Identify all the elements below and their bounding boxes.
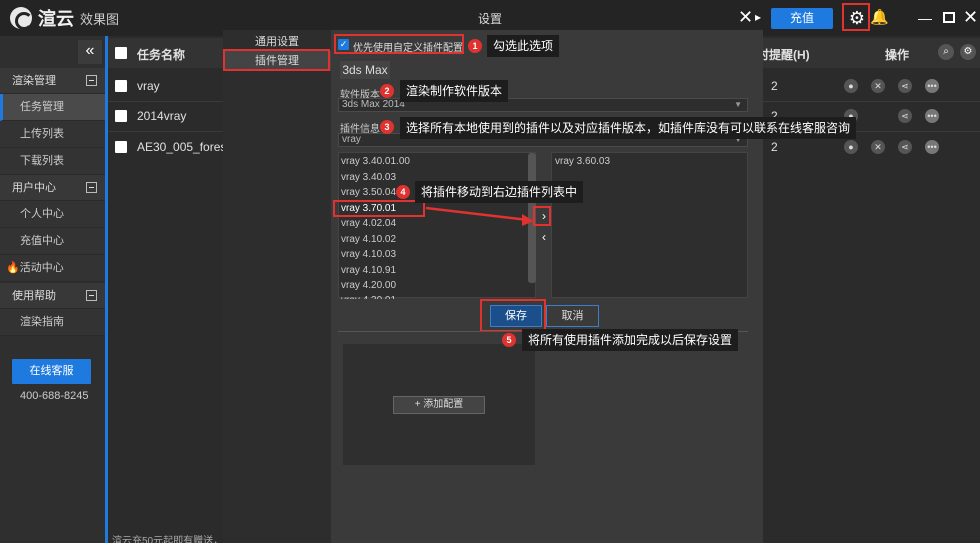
logo-text: 渲云 <box>38 9 74 29</box>
checkbox-highlight <box>334 34 464 54</box>
sidebar-item-recharge[interactable]: 充值中心 <box>0 228 105 255</box>
logo-subtitle: 效果图 <box>80 11 120 27</box>
collapse-sidebar-icon[interactable]: « <box>78 40 102 64</box>
annotation-text: 勾选此选项 <box>487 35 560 57</box>
gear-highlight <box>842 3 870 31</box>
user-icon[interactable]: ● <box>844 79 858 93</box>
plugins-tab-highlight <box>223 49 330 71</box>
maximize-icon[interactable] <box>943 12 955 23</box>
sidebar-item-tasks[interactable]: 任务管理 <box>0 94 105 121</box>
delete-icon[interactable]: ✕ <box>871 140 885 154</box>
column-reminder: 时提醒(H) <box>757 48 810 62</box>
sidebar-group-user[interactable]: 用户中心 <box>0 175 105 201</box>
fire-icon: 🔥 <box>6 262 20 274</box>
annotation-badge: 1 <box>468 39 482 53</box>
settings-icon[interactable]: ⚙ <box>960 44 976 60</box>
row-checkbox[interactable] <box>115 80 127 92</box>
selected-plugin-list[interactable] <box>551 152 748 298</box>
recharge-button[interactable]: 充值 <box>771 8 833 29</box>
task-reminder: 2 <box>771 79 778 93</box>
sidebar-item-guide[interactable]: 渲染指南 <box>0 309 105 336</box>
select-all-checkbox[interactable] <box>115 47 127 59</box>
share-icon[interactable]: ⋖ <box>898 79 912 93</box>
bell-icon[interactable]: 🔔 <box>870 7 889 29</box>
search-icon[interactable]: ⌕ <box>938 44 954 60</box>
window-close-icon[interactable]: ✕ <box>963 6 978 28</box>
settings-nav <box>223 30 331 543</box>
list-item[interactable]: vray 4.10.91 <box>341 265 396 276</box>
annotation-text: 选择所有本地使用到的插件以及对应插件版本，如插件库没有可以联系在线客服咨询 <box>400 117 857 139</box>
software-tab-3dsmax[interactable]: 3ds Max <box>340 61 390 79</box>
task-name[interactable]: AE30_005_forest <box>137 140 230 154</box>
annotation-text: 渲染制作软件版本 <box>400 80 509 102</box>
share-icon[interactable]: ⋖ <box>898 140 912 154</box>
cancel-button[interactable]: 取消 <box>546 305 599 327</box>
collapse-icon[interactable] <box>86 290 97 301</box>
annotation-badge: 5 <box>502 333 516 347</box>
list-item[interactable]: vray 3.60.03 <box>555 156 610 167</box>
save-button-highlight <box>480 299 546 332</box>
service-phone: 400-688-8245 <box>20 390 89 402</box>
online-service-button[interactable]: 在线客服 <box>12 359 91 384</box>
list-item[interactable]: vray 4.30.01 <box>341 295 396 299</box>
move-left-icon[interactable]: ‹ <box>538 230 550 244</box>
dropdown-icon[interactable]: ▸ <box>754 6 762 28</box>
plugin-highlight <box>333 200 425 217</box>
task-reminder: 2 <box>771 140 778 154</box>
arrow-annotation <box>425 206 534 226</box>
more-icon[interactable]: ••• <box>925 140 939 154</box>
annotation-badge: 3 <box>380 120 394 134</box>
column-actions: 操作 <box>885 48 910 62</box>
annotation-badge: 2 <box>380 84 394 98</box>
user-icon[interactable]: ● <box>844 140 858 154</box>
annotation-text: 将所有使用插件添加完成以后保存设置 <box>522 329 739 351</box>
delete-icon[interactable]: ✕ <box>871 79 885 93</box>
add-config-button[interactable]: + 添加配置 <box>393 396 485 414</box>
sidebar-group-render[interactable]: 渲染管理 <box>0 68 105 94</box>
promo-footnote: 渲云充50元起即有赠送，充 <box>112 536 234 543</box>
sidebar-item-profile[interactable]: 个人中心 <box>0 201 105 228</box>
minimize-icon[interactable]: — <box>918 7 932 29</box>
column-task-name: 任务名称 <box>137 48 186 62</box>
more-icon[interactable]: ••• <box>925 79 939 93</box>
task-name[interactable]: vray <box>137 79 160 93</box>
sidebar-item-downloads[interactable]: 下载列表 <box>0 148 105 175</box>
row-checkbox[interactable] <box>115 110 127 122</box>
list-item[interactable]: vray 3.50.04 <box>341 187 396 198</box>
dialog-title: 设置 <box>477 12 502 26</box>
sidebar-item-activities[interactable]: 🔥活动中心 <box>0 255 105 282</box>
list-item[interactable]: vray 3.40.01.00 <box>341 156 410 167</box>
list-item[interactable]: vray 3.40.03 <box>341 172 396 183</box>
chevron-down-icon: ▼ <box>734 100 742 109</box>
task-name[interactable]: 2014vray <box>137 109 186 123</box>
list-item[interactable]: vray 4.10.02 <box>341 234 396 245</box>
sidebar-group-help[interactable]: 使用帮助 <box>0 283 105 309</box>
row-checkbox[interactable] <box>115 141 127 153</box>
app-logo: 渲云 效果图 <box>10 7 150 30</box>
collapse-icon[interactable] <box>86 182 97 193</box>
logo-icon <box>10 7 33 30</box>
sidebar-item-uploads[interactable]: 上传列表 <box>0 121 105 148</box>
list-item[interactable]: vray 4.10.03 <box>341 249 396 260</box>
close-icon[interactable]: ✕ <box>738 6 753 28</box>
list-item[interactable]: vray 4.20.00 <box>341 280 396 291</box>
list-item[interactable]: vray 4.02.04 <box>341 218 396 229</box>
annotation-badge: 4 <box>396 185 410 199</box>
collapse-icon[interactable] <box>86 75 97 86</box>
more-icon[interactable]: ••• <box>925 109 939 123</box>
share-icon[interactable]: ⋖ <box>898 109 912 123</box>
